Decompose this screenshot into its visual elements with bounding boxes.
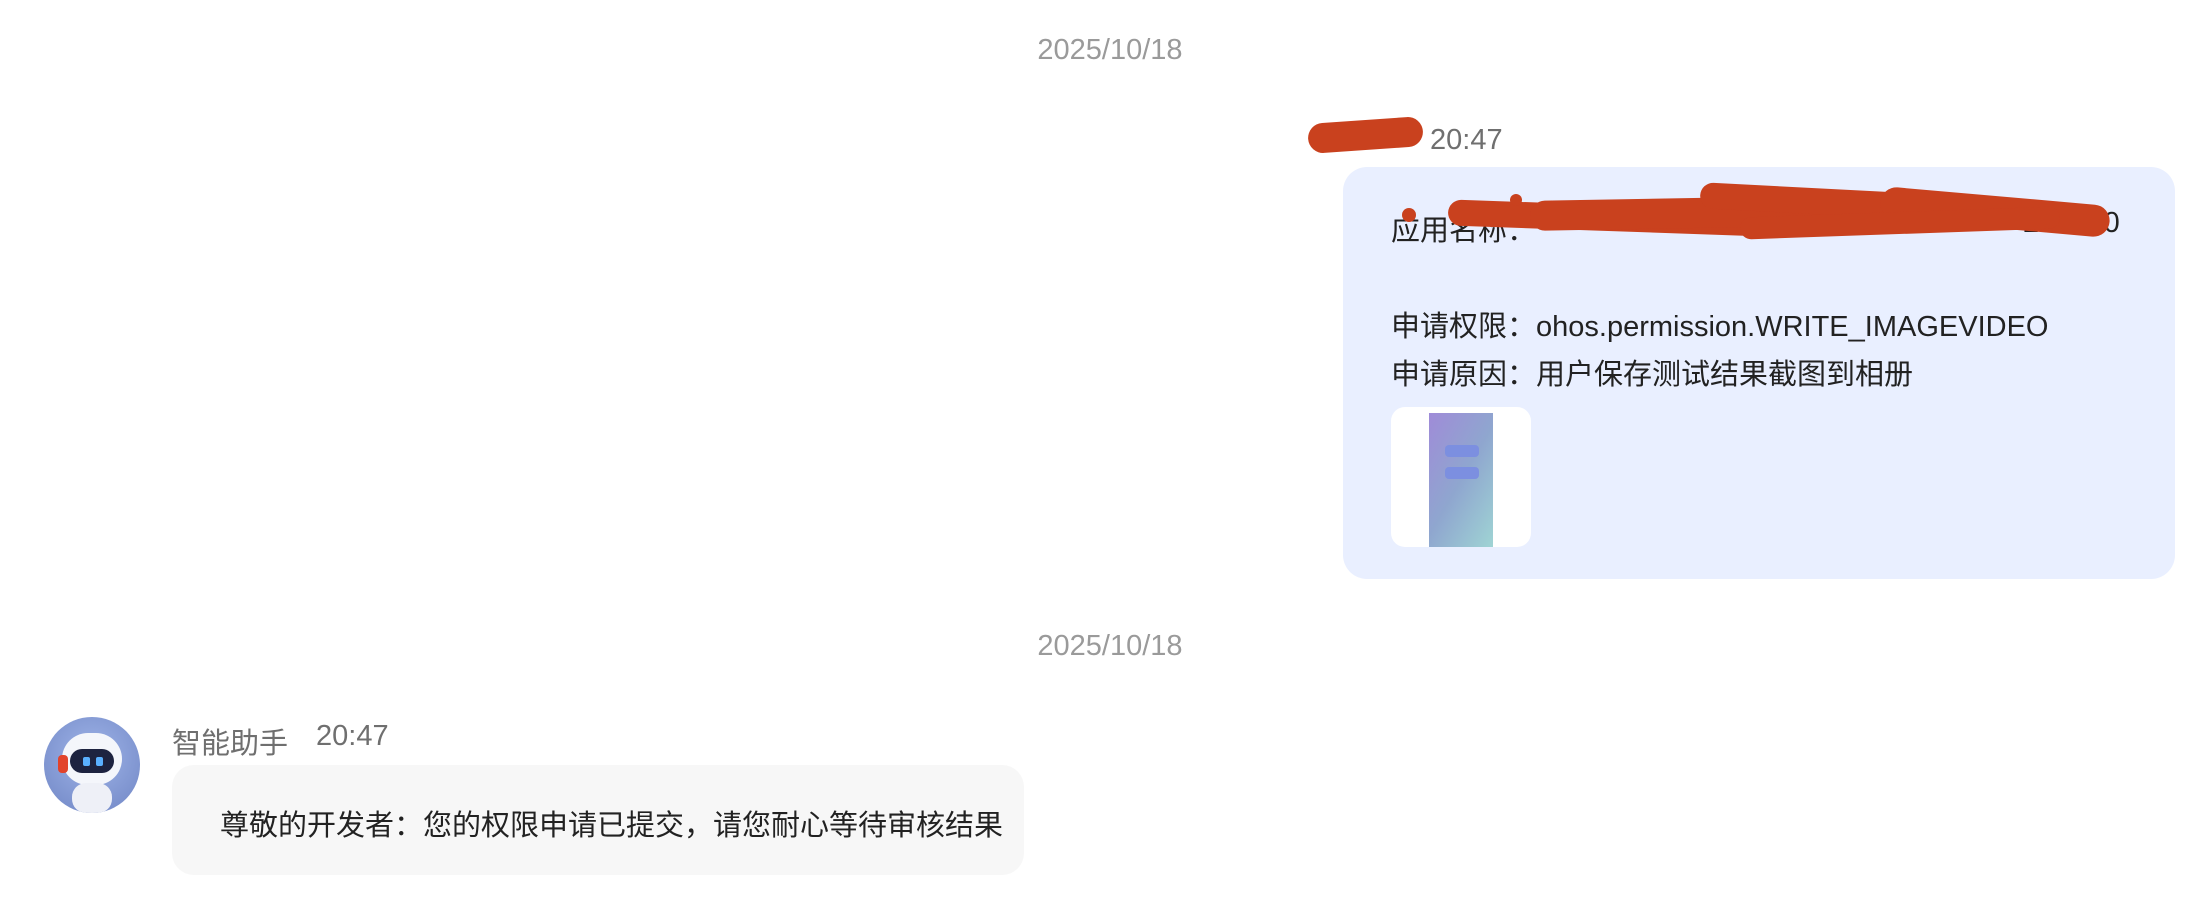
permission-line: 申请权限：ohos.permission.WRITE_IMAGEVIDEO (1391, 311, 2049, 343)
redacted-sender-name (1307, 116, 1424, 154)
thumb-button-shape (1445, 445, 1479, 457)
attachment-thumbnail[interactable] (1391, 407, 1531, 547)
date-separator: 2025/10/18 (1037, 34, 1183, 66)
date-separator: 2025/10/18 (1037, 630, 1183, 662)
assistant-message-text: 尊敬的开发者：您的权限申请已提交，请您耐心等待审核结果 (220, 810, 1004, 842)
message-time: 20:47 (1430, 124, 1503, 156)
assistant-name: 智能助手 (172, 728, 289, 760)
robot-eye-icon (83, 757, 90, 766)
assistant-avatar[interactable] (44, 717, 140, 813)
redaction-scribble (1402, 208, 1416, 222)
thumb-button-shape (1445, 467, 1479, 479)
assistant-message-bubble: 尊敬的开发者：您的权限申请已提交，请您耐心等待审核结果 (172, 765, 1024, 875)
message-time: 20:47 (316, 720, 389, 752)
reason-line: 申请原因：用户保存测试结果截图到相册 (1391, 359, 1914, 391)
screenshot-image (1429, 413, 1493, 547)
robot-eye-icon (96, 757, 103, 766)
robot-ear-icon (58, 755, 68, 773)
robot-visor-icon (70, 749, 114, 773)
robot-body-icon (72, 783, 112, 813)
redaction-scribble (1510, 194, 1522, 206)
